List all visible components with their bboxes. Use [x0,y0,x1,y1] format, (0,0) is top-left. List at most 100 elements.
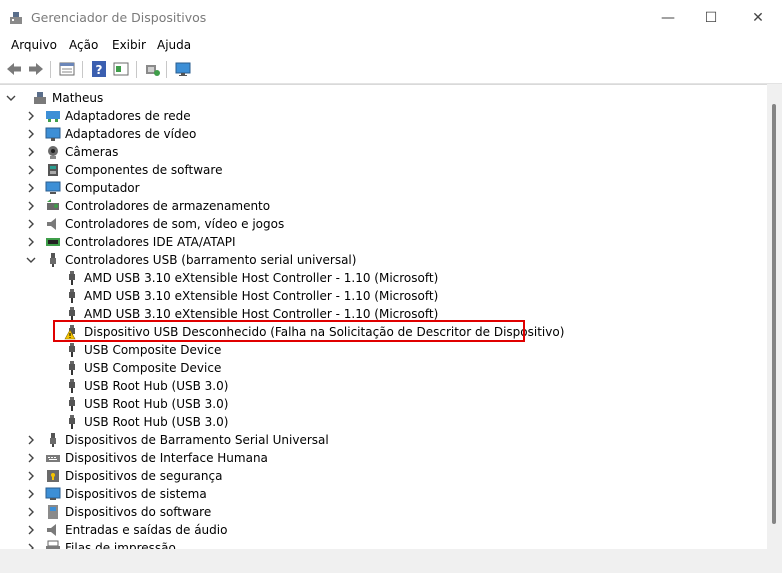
usb-plug-icon [69,397,75,411]
usb-plug-icon [69,379,75,393]
chevron-right-icon[interactable] [26,183,36,193]
chevron-right-icon[interactable] [26,489,36,499]
usb-device-label: USB Composite Device [84,343,222,357]
tree-category[interactable]: Controladores de armazenamento [26,197,270,215]
system-device-icon [45,487,61,500]
tree-category-label: Dispositivos de Barramento Serial Univer… [65,433,329,447]
chevron-right-icon[interactable] [26,219,36,229]
vertical-scrollbar[interactable] [767,84,782,549]
chevron-down-icon[interactable] [6,93,16,103]
scan-hardware-icon[interactable] [143,60,161,78]
chevron-right-icon[interactable] [26,111,36,121]
usb-device-label: USB Composite Device [84,361,222,375]
usb-device-item[interactable]: USB Composite Device [64,341,221,359]
horizontal-scrollbar[interactable] [0,549,782,573]
menu-bar: Arquivo Ação Exibir Ajuda [0,36,782,56]
view-icon[interactable] [112,60,130,78]
device-tree: Matheus Controladores USB (barramento se… [0,84,767,550]
menu-acao[interactable]: Ação [69,38,98,52]
tree-category[interactable]: Controladores IDE ATA/ATAPI [26,233,236,251]
software-component-icon [48,164,58,176]
tree-category-label: Computador [65,181,140,195]
usb-controllers-category[interactable]: Controladores USB (barramento serial uni… [26,251,356,269]
toolbar-separator [82,61,83,78]
usb-device-item[interactable]: USB Root Hub (USB 3.0) [64,395,228,413]
tree-category[interactable]: Câmeras [26,143,118,161]
chevron-right-icon[interactable] [26,129,36,139]
tree-category[interactable]: Dispositivos de sistema [26,485,207,503]
toolbar-separator [50,61,51,78]
tree-category[interactable]: Dispositivos do software [26,503,211,521]
svg-text:?: ? [96,63,103,77]
usb-plug-icon [69,415,75,429]
tree-category[interactable]: Dispositivos de Interface Humana [26,449,268,467]
network-adapter-icon [46,111,60,122]
tree-category-label: Dispositivos de segurança [65,469,223,483]
computer-icon [45,181,61,194]
maximize-button[interactable]: ☐ [688,0,734,36]
menu-ajuda[interactable]: Ajuda [157,38,191,52]
menu-arquivo[interactable]: Arquivo [11,38,57,52]
sound-icon [47,218,56,230]
chevron-right-icon[interactable] [26,507,36,517]
tree-root[interactable]: Matheus [6,89,103,107]
computer-root-icon [34,92,46,104]
tree-category[interactable]: Controladores de som, vídeo e jogos [26,215,284,233]
tree-category[interactable]: Entradas e saídas de áudio [26,521,227,539]
usb-device-label: USB Root Hub (USB 3.0) [84,415,229,429]
usb-device-item[interactable]: AMD USB 3.10 eXtensible Host Controller … [64,269,438,287]
usb-controllers-label: Controladores USB (barramento serial uni… [65,253,357,267]
tree-category[interactable]: Dispositivos de segurança [26,467,222,485]
software-device-icon [48,505,58,519]
tree-category[interactable]: Dispositivos de Barramento Serial Univer… [26,431,329,449]
chevron-right-icon[interactable] [26,201,36,211]
tree-root-label: Matheus [52,91,104,105]
chevron-right-icon[interactable] [26,237,36,247]
tree-category[interactable]: Adaptadores de rede [26,107,191,125]
chevron-right-icon[interactable] [26,525,36,535]
security-device-icon [47,470,59,482]
chevron-right-icon[interactable] [26,147,36,157]
tree-category-label: Dispositivos de Interface Humana [65,451,268,465]
usb-device-item[interactable]: USB Root Hub (USB 3.0) [64,377,228,395]
close-button[interactable]: ✕ [735,0,781,36]
usb-device-label: USB Root Hub (USB 3.0) [84,379,229,393]
minimize-button[interactable]: — [645,0,691,36]
chevron-right-icon[interactable] [26,435,36,445]
audio-io-icon [47,524,56,536]
monitor-icon[interactable] [174,60,192,78]
chevron-right-icon[interactable] [26,165,36,175]
tree-category-label: Controladores de som, vídeo e jogos [65,217,285,231]
usb-device-label: AMD USB 3.10 eXtensible Host Controller … [84,289,439,303]
tree-category-label: Dispositivos do software [65,505,212,519]
tree-category-label: Componentes de software [65,163,223,177]
chevron-down-icon[interactable] [26,255,36,265]
scrollbar-thumb[interactable] [772,104,776,524]
chevron-right-icon[interactable] [26,453,36,463]
tree-category-label: Controladores de armazenamento [65,199,271,213]
help-icon[interactable]: ? [90,60,108,78]
properties-icon[interactable] [58,60,76,78]
chevron-right-icon[interactable] [26,471,36,481]
storage-controller-icon [47,199,59,210]
title-bar: Gerenciador de Dispositivos — ☐ ✕ [0,0,782,36]
tree-category[interactable]: Adaptadores de vídeo [26,125,196,143]
usb-device-item[interactable]: AMD USB 3.10 eXtensible Host Controller … [64,287,438,305]
usb-device-item[interactable]: USB Composite Device [64,359,221,377]
usb-device-label: USB Root Hub (USB 3.0) [84,397,229,411]
tree-category[interactable]: Componentes de software [26,161,222,179]
hid-icon [46,455,60,462]
toolbar: ? [0,56,782,84]
device-manager-icon [10,12,22,24]
highlight-box [53,320,525,342]
usb-icon [50,433,56,447]
display-adapter-icon [45,127,61,141]
forward-arrow-icon[interactable] [27,60,45,78]
back-arrow-icon[interactable] [5,60,23,78]
usb-device-item[interactable]: USB Root Hub (USB 3.0) [64,413,228,431]
tree-category[interactable]: Computador [26,179,140,197]
menu-exibir[interactable]: Exibir [112,38,146,52]
usb-device-label: AMD USB 3.10 eXtensible Host Controller … [84,307,439,321]
tree-category-label: Adaptadores de rede [65,109,191,123]
tree-category-label: Entradas e saídas de áudio [65,523,228,537]
